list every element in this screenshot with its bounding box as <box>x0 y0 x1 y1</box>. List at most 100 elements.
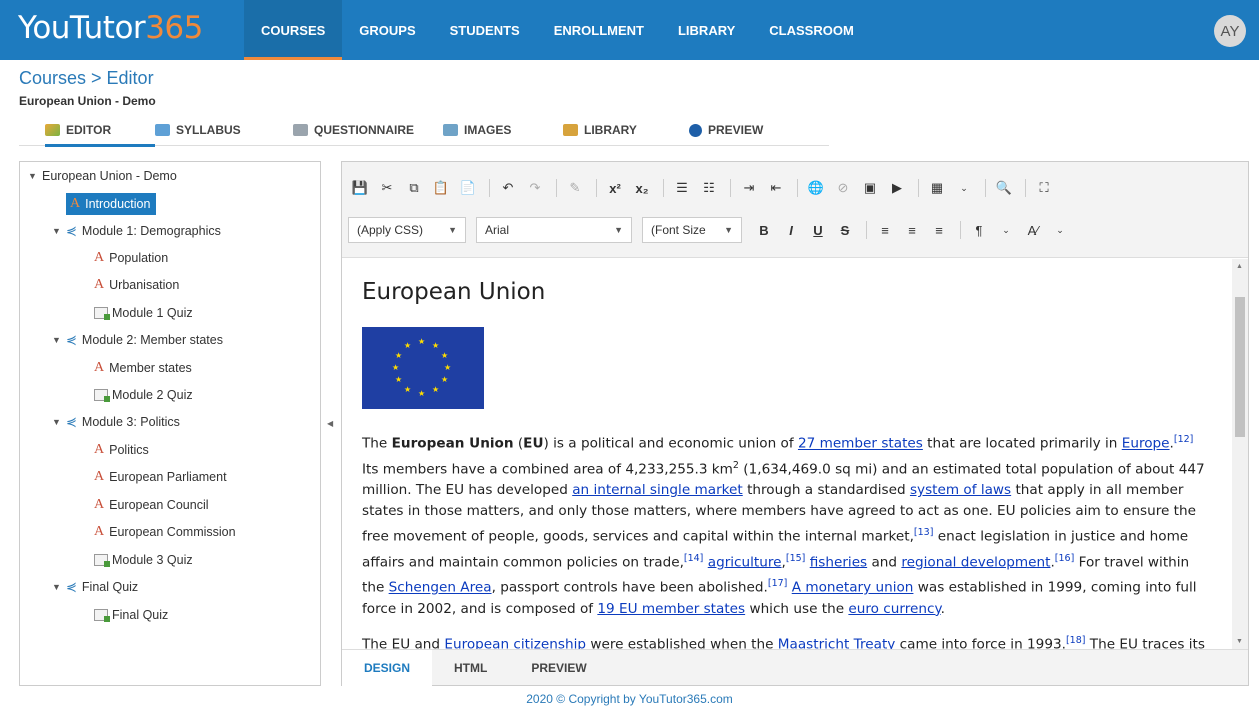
link[interactable]: regional development <box>901 554 1050 570</box>
scroll-down-icon[interactable]: ▼ <box>1236 638 1243 645</box>
editor-content[interactable]: European Union ★ ★ ★ ★ ★ ★ ★ ★ ★ ★ ★ ★ T… <box>342 259 1232 649</box>
tree-node-module-1-quiz[interactable]: Module 1 Quiz <box>94 303 193 323</box>
superscript-icon[interactable]: x² <box>603 176 627 200</box>
bold-button[interactable]: B <box>752 218 776 242</box>
tree-node-european-commission[interactable]: A European Commission <box>94 522 236 542</box>
spellcheck-icon[interactable]: A⁄ <box>1021 218 1045 242</box>
numbered-list-icon[interactable]: ☰ <box>670 176 694 200</box>
tab-library[interactable]: LIBRARY <box>563 114 689 146</box>
tree-node-member-states[interactable]: A Member states <box>94 358 192 378</box>
tree-node-urbanisation[interactable]: A Urbanisation <box>94 275 179 295</box>
bulleted-list-icon[interactable]: ☷ <box>697 176 721 200</box>
font-size-select[interactable]: (Font Size ▼ <box>642 217 742 243</box>
subscript-icon[interactable]: x₂ <box>630 176 654 200</box>
italic-button[interactable]: I <box>779 218 803 242</box>
align-left-icon[interactable]: ≡ <box>873 218 897 242</box>
save-icon[interactable]: 💾 <box>348 176 372 200</box>
citation[interactable]: [12] <box>1174 434 1194 445</box>
link[interactable]: A monetary union <box>792 580 914 596</box>
paste-icon[interactable]: 📋 <box>429 176 453 200</box>
nav-students[interactable]: STUDENTS <box>433 0 537 60</box>
apply-css-select[interactable]: (Apply CSS) ▼ <box>348 217 466 243</box>
citation[interactable]: [15] <box>786 553 806 564</box>
nav-enrollment[interactable]: ENROLLMENT <box>537 0 661 60</box>
insert-table-icon[interactable]: ▦ <box>925 176 949 200</box>
citation[interactable]: [18] <box>1066 635 1086 646</box>
copy-icon[interactable]: ⧉ <box>402 176 426 200</box>
link[interactable]: European citizenship <box>444 636 586 649</box>
scrollbar-thumb[interactable] <box>1235 297 1245 437</box>
tree-node-root[interactable]: ▼ European Union - Demo <box>28 166 177 186</box>
indent-icon[interactable]: ⇥ <box>737 176 761 200</box>
caret-down-icon[interactable]: ▼ <box>52 335 66 345</box>
link[interactable]: 19 EU member states <box>597 601 745 617</box>
paragraph-dropdown-icon[interactable]: ⌄ <box>994 218 1018 242</box>
link[interactable]: Maastricht Treaty <box>778 636 896 649</box>
table-dropdown-icon[interactable]: ⌄ <box>952 176 976 200</box>
format-painter-icon[interactable]: ✎ <box>563 176 587 200</box>
underline-button[interactable]: U <box>806 218 830 242</box>
breadcrumb[interactable]: Courses > Editor <box>19 68 154 89</box>
citation[interactable]: [14] <box>684 553 704 564</box>
mode-design[interactable]: DESIGN <box>342 650 433 686</box>
link[interactable]: euro currency <box>848 601 940 617</box>
paragraph-style-icon[interactable]: ¶ <box>967 218 991 242</box>
paste-text-icon[interactable]: 📄 <box>456 176 480 200</box>
spellcheck-dropdown-icon[interactable]: ⌄ <box>1048 218 1072 242</box>
tab-images[interactable]: IMAGES <box>443 114 563 146</box>
tab-editor[interactable]: EDITOR <box>45 114 155 147</box>
nav-library[interactable]: LIBRARY <box>661 0 752 60</box>
link[interactable]: 27 member states <box>798 436 923 452</box>
redo-icon[interactable]: ↷ <box>523 176 547 200</box>
link[interactable]: system of laws <box>910 482 1011 498</box>
content-scrollbar[interactable]: ▲ ▼ <box>1232 259 1248 649</box>
tree-node-politics[interactable]: A Politics <box>94 440 149 460</box>
citation[interactable]: [17] <box>768 578 788 589</box>
link[interactable]: an internal single market <box>572 482 743 498</box>
link[interactable]: Schengen Area <box>389 580 492 596</box>
tree-node-module-3[interactable]: ▼ ⋞ Module 3: Politics <box>52 412 180 432</box>
caret-down-icon[interactable]: ▼ <box>52 417 66 427</box>
tree-node-module-1[interactable]: ▼ ⋞ Module 1: Demographics <box>52 221 221 241</box>
tree-node-european-council[interactable]: A European Council <box>94 495 209 515</box>
collapse-panel-icon[interactable]: ◀ <box>327 419 333 428</box>
mode-preview[interactable]: PREVIEW <box>509 650 608 686</box>
tree-node-european-parliament[interactable]: A European Parliament <box>94 467 227 487</box>
mode-html[interactable]: HTML <box>432 650 509 686</box>
nav-courses[interactable]: COURSES <box>244 0 343 60</box>
align-right-icon[interactable]: ≡ <box>927 218 951 242</box>
tab-syllabus[interactable]: SYLLABUS <box>155 114 293 146</box>
align-center-icon[interactable]: ≡ <box>900 218 924 242</box>
outdent-icon[interactable]: ⇤ <box>764 176 788 200</box>
tree-node-final-quiz[interactable]: Final Quiz <box>94 605 168 625</box>
caret-down-icon[interactable]: ▼ <box>52 582 66 592</box>
font-family-select[interactable]: Arial ▼ <box>476 217 632 243</box>
tab-preview[interactable]: PREVIEW <box>689 114 799 146</box>
tree-node-module-3-quiz[interactable]: Module 3 Quiz <box>94 550 193 570</box>
caret-down-icon[interactable]: ▼ <box>52 226 66 236</box>
nav-groups[interactable]: GROUPS <box>342 0 432 60</box>
link[interactable]: agriculture <box>708 554 782 570</box>
find-replace-icon[interactable]: 🔍 <box>992 176 1016 200</box>
scroll-up-icon[interactable]: ▲ <box>1236 263 1243 270</box>
tree-node-module-2-quiz[interactable]: Module 2 Quiz <box>94 385 193 405</box>
tree-node-module-2[interactable]: ▼ ⋞ Module 2: Member states <box>52 330 223 350</box>
tree-node-introduction[interactable]: A Introduction <box>66 193 157 215</box>
strikethrough-button[interactable]: S <box>833 218 857 242</box>
user-avatar[interactable]: AY <box>1214 15 1246 47</box>
link[interactable]: Europe <box>1122 436 1170 452</box>
citation[interactable]: [16] <box>1055 553 1075 564</box>
link[interactable]: fisheries <box>810 554 867 570</box>
tree-node-final-quiz-group[interactable]: ▼ ⋞ Final Quiz <box>52 577 138 597</box>
tab-questionnaire[interactable]: QUESTIONNAIRE <box>293 114 443 146</box>
insert-media-icon[interactable]: ▶ <box>885 176 909 200</box>
insert-image-icon[interactable]: ▣ <box>858 176 882 200</box>
tree-node-population[interactable]: A Population <box>94 248 168 268</box>
app-logo[interactable]: YouTutor365 <box>18 10 203 46</box>
fullscreen-icon[interactable]: ⛶ <box>1032 176 1056 200</box>
cut-icon[interactable]: ✂ <box>375 176 399 200</box>
citation[interactable]: [13] <box>914 527 934 538</box>
remove-link-icon[interactable]: ⊘ <box>831 176 855 200</box>
undo-icon[interactable]: ↶ <box>496 176 520 200</box>
caret-down-icon[interactable]: ▼ <box>28 171 42 181</box>
